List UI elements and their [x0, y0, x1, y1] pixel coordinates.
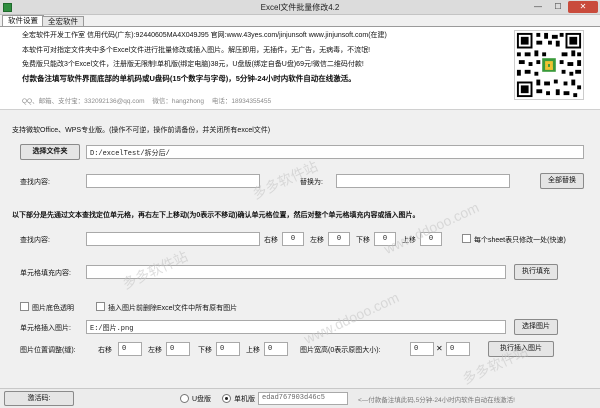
usb-version-radio[interactable] — [180, 394, 189, 403]
delete-images-checkbox[interactable] — [96, 302, 105, 311]
image-path-field[interactable]: E:/图片.png — [86, 320, 506, 334]
contact-info: QQ、邮箱、支付宝：332092136@qq.com 微信：hangzhong … — [22, 98, 272, 105]
find2-input[interactable] — [86, 232, 260, 246]
maximize-button[interactable]: ☐ — [548, 1, 568, 13]
select-folder-button[interactable]: 选择文件夹 — [20, 144, 80, 160]
watermark-text: www.ddooo.com — [381, 199, 482, 257]
close-button[interactable]: ✕ — [568, 1, 598, 13]
pos-up-input[interactable]: 0 — [264, 342, 288, 356]
replace-input[interactable] — [336, 174, 510, 188]
each-sheet-label: 每个sheet表只修改一处(快速) — [474, 237, 566, 244]
fill-label: 单元格填充内容: — [20, 270, 71, 277]
pos-left-input[interactable]: 0 — [166, 342, 190, 356]
folder-path-field[interactable]: D:/excelTest/拆分后/ — [86, 145, 584, 159]
move-down-label: 下移 — [356, 237, 370, 244]
title-bar: Excel文件批量修改4.2 — ☐ ✕ — [0, 0, 600, 15]
transparent-label: 图片底色透明 — [32, 305, 74, 312]
wechat-qr-code — [514, 30, 584, 100]
move-left-label: 左移 — [310, 237, 324, 244]
pos-right-input[interactable]: 0 — [118, 342, 142, 356]
main-form: 支持微软Office、WPS专业版。(操作不可逆，操作前请备份，并关闭所有exc… — [0, 110, 600, 388]
status-bar: 激活码: U盘版 单机版 edad767903d46c5 <—付款备注填此码,5… — [0, 388, 600, 408]
replace-all-button[interactable]: 全部替换 — [540, 173, 584, 189]
move-right-label: 右移 — [264, 237, 278, 244]
watermark-text: www.ddooo.com — [301, 289, 402, 347]
description-line-2: 免费版只能改3个Excel文件，注册版无限制!单机版(绑定电脑)38元，U盘版(… — [22, 61, 364, 68]
qr-code-image — [515, 31, 583, 99]
image-height-input[interactable]: 0 — [446, 342, 470, 356]
pos-up-label: 上移 — [246, 347, 260, 354]
pos-right-label: 右移 — [98, 347, 112, 354]
fill-button[interactable]: 执行填充 — [514, 264, 558, 280]
usb-version-label: U盘版 — [192, 396, 212, 403]
find-label: 查找内容: — [20, 179, 50, 186]
move-right-input[interactable]: 0 — [282, 232, 304, 246]
standalone-version-radio[interactable] — [222, 394, 231, 403]
standalone-version-label: 单机版 — [234, 396, 255, 403]
find2-label: 查找内容: — [20, 237, 50, 244]
image-width-input[interactable]: 0 — [410, 342, 434, 356]
transparent-checkbox[interactable] — [20, 302, 29, 311]
payment-note: 付款备注填写软件界面底部的单机码或U盘码(15个数字与字母)，5分钟-24小时内… — [22, 74, 356, 83]
minimize-button[interactable]: — — [528, 1, 548, 13]
activate-button[interactable]: 激活码: — [4, 391, 74, 406]
activation-hint: <—付款备注填此码,5分钟-24小时内软件自动在线激活! — [358, 397, 515, 404]
company-info: 全宏软件开发工作室 信用代码(广东):92440605MA4X049J95 官网… — [22, 32, 387, 39]
move-left-input[interactable]: 0 — [328, 232, 350, 246]
position-adjust-label: 图片位置调整(缝): — [20, 347, 76, 354]
insert-image-label: 单元格插入图片: — [20, 325, 71, 332]
delete-images-label: 插入图片前删除Excel文件中所有原有图片 — [108, 305, 238, 312]
pos-left-label: 左移 — [148, 347, 162, 354]
each-sheet-checkbox[interactable] — [462, 234, 471, 243]
info-panel: 全宏软件开发工作室 信用代码(广东):92440605MA4X049J95 官网… — [0, 26, 600, 110]
image-size-label: 图片宽高(0表示原图大小): — [300, 347, 381, 354]
times-icon: ✕ — [436, 344, 443, 353]
description-line-1: 本软件可对指定文件夹中多个Excel文件进行批量修改或插入图片。解压即用，无插件… — [22, 47, 371, 54]
window-title: Excel文件批量修改4.2 — [260, 3, 340, 12]
find-input[interactable] — [86, 174, 260, 188]
instruction-text: 以下部分是先通过文本查找定位单元格，再右左下上移动(为0表示不移动)确认单元格位… — [12, 212, 420, 219]
pos-down-label: 下移 — [198, 347, 212, 354]
pos-down-input[interactable]: 0 — [216, 342, 240, 356]
select-image-button[interactable]: 选择图片 — [514, 319, 558, 335]
support-note: 支持微软Office、WPS专业版。(操作不可逆，操作前请备份，并关闭所有exc… — [12, 127, 271, 134]
machine-code-field[interactable]: edad767903d46c5 — [258, 392, 348, 405]
